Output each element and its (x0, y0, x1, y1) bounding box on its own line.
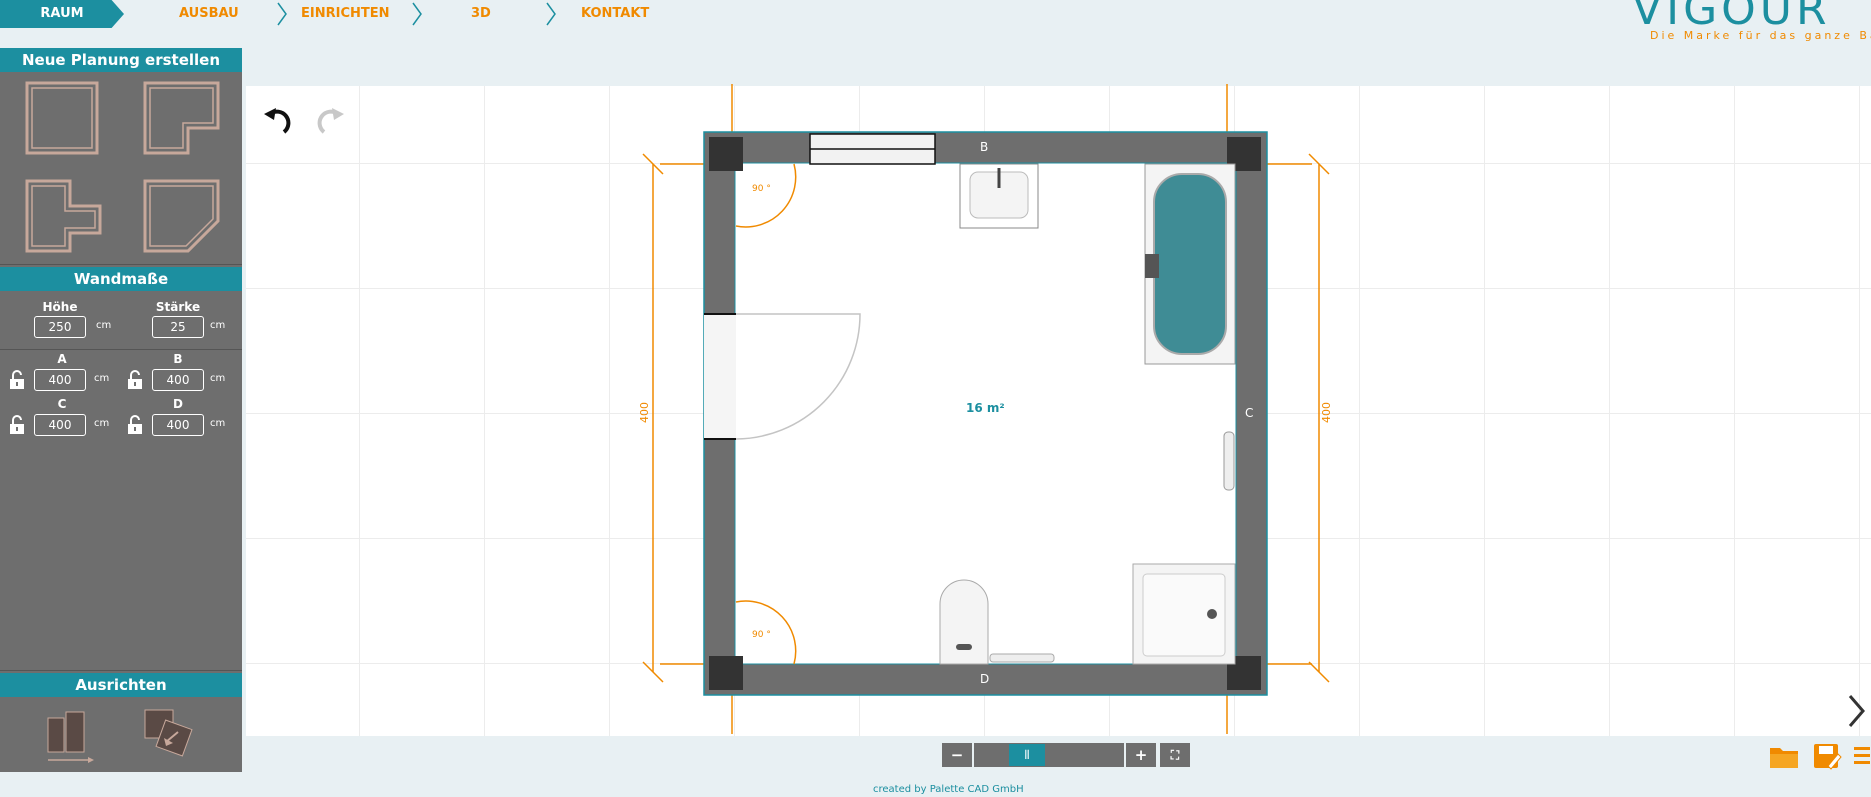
zoom-out-button[interactable]: − (942, 743, 972, 767)
rotate-room-icon[interactable] (140, 706, 210, 764)
nav-tab-kontakt[interactable]: KONTAKT (581, 0, 649, 28)
l-shape-room-icon[interactable] (136, 78, 226, 158)
height-label: Höhe (42, 300, 78, 314)
wall-d-input[interactable] (152, 414, 204, 436)
unlock-icon[interactable] (126, 370, 144, 390)
wall-dimensions-header: Wandmaße (0, 267, 242, 291)
angle-label-bottom: 90 ° (752, 630, 771, 640)
wall-c-unit: cm (94, 418, 110, 429)
fullscreen-button[interactable]: ⛶ (1160, 743, 1190, 767)
zoom-slider-segment (975, 744, 1010, 766)
thickness-input[interactable] (152, 316, 204, 338)
divider (0, 349, 242, 350)
unlock-icon[interactable] (8, 370, 26, 390)
footer-credit: created by Palette CAD GmbH (873, 784, 1024, 795)
zoom-slider-handle[interactable]: ⦀ (1009, 744, 1045, 766)
folder-icon[interactable] (1768, 742, 1800, 770)
align-header: Ausrichten (0, 673, 242, 697)
redo-icon[interactable] (312, 102, 346, 136)
thickness-label: Stärke (155, 300, 201, 314)
nav-tab-raum[interactable]: RAUM (0, 0, 124, 28)
nav-tab-3d[interactable]: 3D (471, 0, 491, 28)
chevron-right-icon (277, 2, 287, 26)
height-input[interactable] (34, 316, 86, 338)
unlock-icon[interactable] (8, 415, 26, 435)
chevron-right-icon (412, 2, 422, 26)
thickness-unit: cm (210, 320, 226, 331)
zoom-in-button[interactable]: + (1126, 743, 1156, 767)
wall-d-marker: D (980, 672, 990, 686)
wall-b-marker: B (980, 140, 989, 154)
rectangle-room-icon[interactable] (18, 78, 108, 158)
save-edit-icon[interactable] (1812, 742, 1842, 770)
align-walls-icon[interactable] (36, 708, 106, 766)
wall-b-label: B (173, 352, 183, 366)
angle-label-top: 90 ° (752, 184, 771, 194)
divider (0, 264, 242, 265)
unlock-icon[interactable] (126, 415, 144, 435)
undo-icon[interactable] (262, 102, 296, 136)
brand-tagline: Die Marke für das ganze Bad (1650, 29, 1871, 42)
wall-d-label: D (173, 397, 183, 411)
dimension-left-label: 400 (638, 402, 651, 423)
t-shape-room-icon[interactable] (18, 176, 108, 256)
nav-tab-ausbau[interactable]: AUSBAU (179, 0, 239, 28)
wall-a-unit: cm (94, 373, 110, 384)
new-plan-header: Neue Planung erstellen (0, 48, 242, 72)
wall-b-input[interactable] (152, 369, 204, 391)
divider (0, 670, 242, 671)
top-navigation: RAUM AUSBAU EINRICHTEN 3D KONTAKT (0, 0, 1871, 28)
dimension-right-label: 400 (1320, 402, 1333, 423)
chevron-right-icon[interactable] (1846, 694, 1866, 728)
angled-room-icon[interactable] (136, 176, 226, 256)
room-area-label: 16 m² (966, 401, 1005, 415)
height-unit: cm (96, 320, 112, 331)
wall-c-input[interactable] (34, 414, 86, 436)
wall-c-marker: C (1245, 406, 1254, 420)
menu-icon[interactable] (1852, 744, 1870, 768)
wall-b-unit: cm (210, 373, 226, 384)
wall-c-label: C (57, 397, 67, 411)
wall-d-unit: cm (210, 418, 226, 429)
wall-a-label: A (57, 352, 67, 366)
nav-tab-einrichten[interactable]: EINRICHTEN (301, 0, 390, 28)
wall-a-input[interactable] (34, 369, 86, 391)
chevron-right-icon (546, 2, 556, 26)
